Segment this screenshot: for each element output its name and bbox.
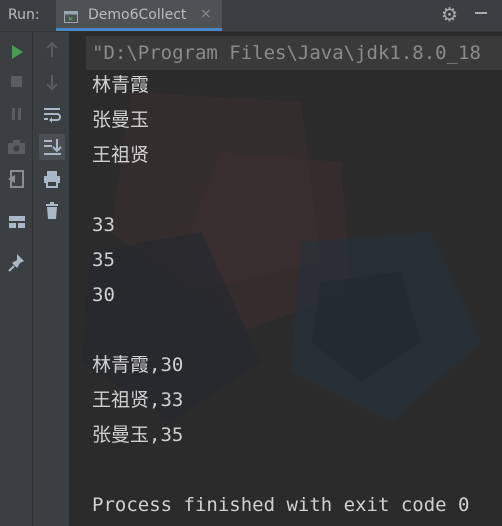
output-line: 林青霞: [92, 74, 150, 96]
run-toolbar-primary: [0, 32, 33, 526]
tab-label: Demo6Collect: [88, 7, 187, 23]
soft-wrap-icon[interactable]: [40, 102, 64, 126]
down-arrow-icon[interactable]: [40, 70, 64, 94]
tab-demo6collect[interactable]: Demo6Collect ×: [56, 0, 222, 31]
run-config-icon: [64, 8, 78, 23]
output-line: 张曼玉,35: [92, 424, 184, 446]
output-line: 33: [92, 214, 115, 236]
output-line: 35: [92, 249, 115, 271]
pause-icon[interactable]: [5, 102, 29, 126]
output-line: 王祖贤,33: [92, 389, 184, 411]
layout-icon[interactable]: [5, 210, 29, 234]
pin-icon[interactable]: [5, 251, 29, 275]
run-label: Run:: [8, 7, 40, 23]
run-tool-window-header: Run: Demo6Collect × ⚙: [0, 0, 502, 32]
run-toolbar-secondary: [33, 32, 70, 526]
command-line: "D:\Program Files\Java\jdk1.8.0_18: [92, 42, 481, 64]
console-output[interactable]: "D:\Program Files\Java\jdk1.8.0_18 林青霞 张…: [71, 32, 502, 526]
up-arrow-icon[interactable]: [40, 38, 64, 62]
stop-icon[interactable]: [5, 70, 29, 94]
process-finished-line: Process finished with exit code 0: [92, 494, 470, 516]
close-icon[interactable]: ×: [200, 6, 212, 22]
exit-icon[interactable]: [5, 167, 29, 191]
print-icon[interactable]: [40, 167, 64, 191]
camera-icon[interactable]: [5, 135, 29, 159]
rerun-icon[interactable]: [5, 40, 29, 64]
output-line: 30: [92, 284, 115, 306]
minimize-icon[interactable]: [475, 12, 487, 14]
trash-icon[interactable]: [40, 199, 64, 223]
output-line: 张曼玉: [92, 109, 150, 131]
output-line: 王祖贤: [92, 144, 150, 166]
scroll-to-end-icon[interactable]: [39, 134, 65, 160]
output-line: 林青霞,30: [92, 354, 184, 376]
gear-icon[interactable]: ⚙: [441, 4, 458, 26]
